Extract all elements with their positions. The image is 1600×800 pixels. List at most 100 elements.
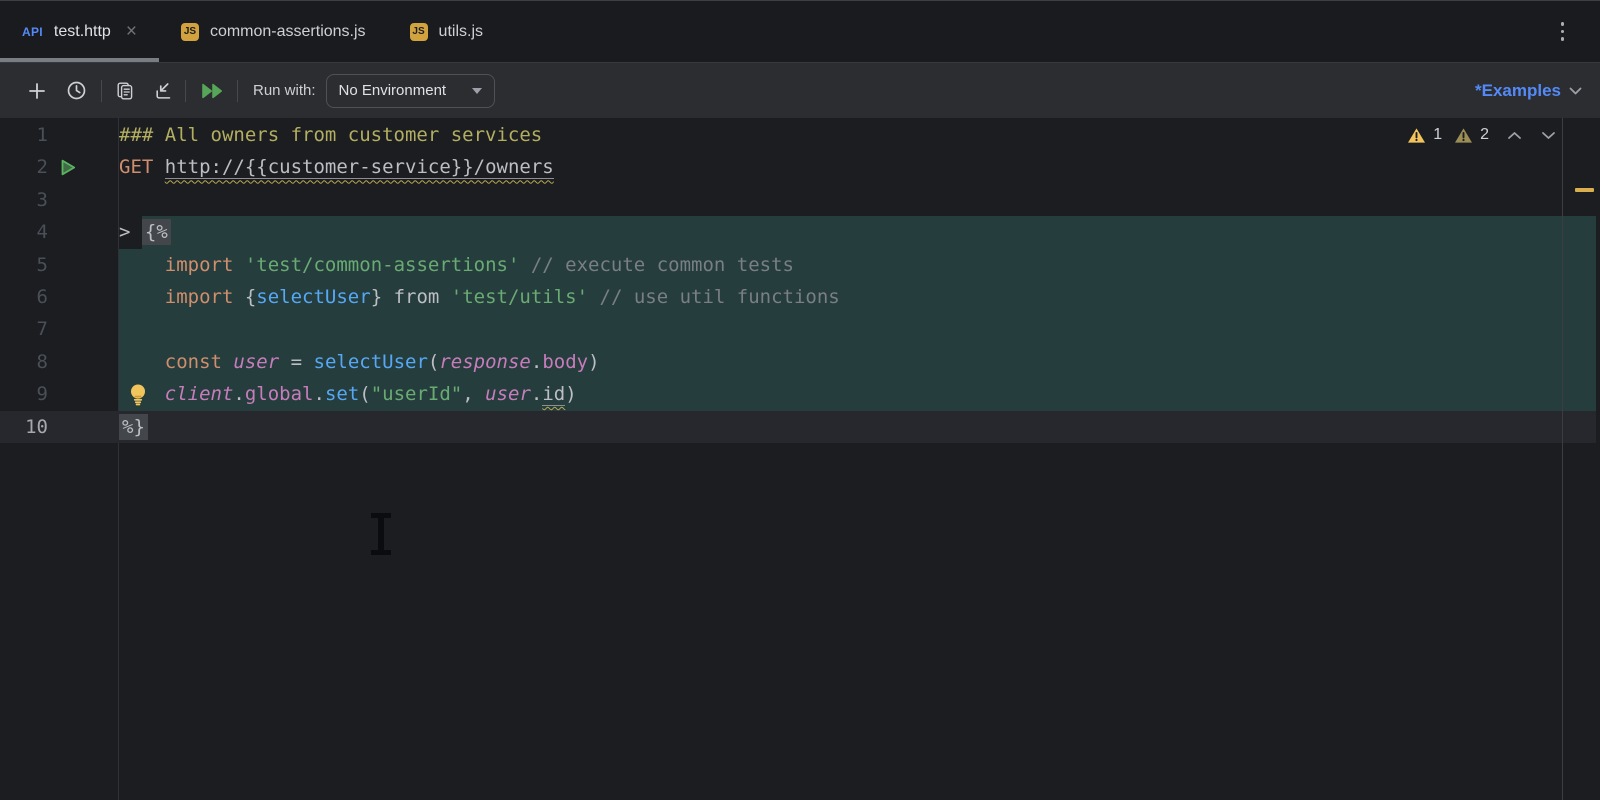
tab-label: utils.js xyxy=(438,22,483,40)
code-text[interactable] xyxy=(119,184,1600,216)
code-token: GET xyxy=(119,156,154,179)
editor-pane[interactable]: 1 ### All owners from customer services 2 G… xyxy=(0,118,1600,800)
add-request-icon[interactable] xyxy=(27,81,47,101)
code-line: 5 import 'test/common-assertions' // exe… xyxy=(0,248,1600,281)
code-token: const xyxy=(164,350,222,373)
http-file-icon: API xyxy=(22,24,43,39)
gutter-cell: 6 xyxy=(0,281,119,313)
code-token: import xyxy=(164,285,234,308)
code-token: http://{{customer-service}}/owners xyxy=(164,156,554,180)
toolbar-separator xyxy=(101,79,102,102)
toolbar-separator xyxy=(237,79,238,102)
gutter-cell: 1 xyxy=(0,119,119,151)
code-text[interactable]: const user = selectUser(response.body) xyxy=(119,345,1600,379)
code-line: 2 GET http://{{customer-service}}/owners xyxy=(0,151,1600,183)
toolbar-separator xyxy=(185,79,186,102)
code-token: selectUser xyxy=(313,350,428,373)
gutter-cell: 9 xyxy=(0,378,119,410)
code-token: set xyxy=(324,383,360,406)
line-number: 10 xyxy=(25,415,48,438)
line-number: 1 xyxy=(36,124,48,146)
code-text[interactable]: ### All owners from customer services xyxy=(119,119,1600,151)
tab-label: common-assertions.js xyxy=(209,22,366,40)
code-token: ### All owners from customer services xyxy=(119,124,543,146)
mouse-cursor-ibeam xyxy=(371,513,391,555)
tab-common-assertions-js[interactable]: JS common-assertions.js xyxy=(159,1,388,62)
close-tab-icon[interactable]: × xyxy=(126,22,137,41)
line-number: 8 xyxy=(36,350,48,373)
code-text[interactable]: GET http://{{customer-service}}/owners xyxy=(119,151,1600,183)
code-token: . xyxy=(530,350,543,373)
code-token: . xyxy=(233,383,245,406)
code-text[interactable]: > {% xyxy=(119,216,1600,249)
error-stripe-border xyxy=(1562,118,1563,800)
environment-value: No Environment xyxy=(338,82,447,99)
weak-warning-icon[interactable] xyxy=(1454,127,1473,144)
import-requests-icon[interactable] xyxy=(153,80,174,101)
gutter-cell: 8 xyxy=(0,346,119,378)
code-line: 7 xyxy=(0,313,1600,346)
gutter-cell: 5 xyxy=(0,249,119,281)
run-request-icon[interactable] xyxy=(58,157,78,178)
code-token: user xyxy=(233,350,280,373)
gutter-cell: 7 xyxy=(0,313,119,345)
tab-utils-js[interactable]: JS utils.js xyxy=(388,1,505,62)
code-token: user xyxy=(485,383,531,406)
code-text[interactable]: client.global.set("userId", user.id) xyxy=(119,378,1600,411)
code-token: %} xyxy=(119,413,148,440)
code-line: 3 xyxy=(0,184,1600,216)
code-text[interactable]: import 'test/common-assertions' // execu… xyxy=(119,248,1600,281)
code-text[interactable]: import {selectUser} from 'test/utils' //… xyxy=(119,280,1600,314)
examples-selector[interactable]: *Examples xyxy=(1475,81,1582,101)
code-token: ) xyxy=(588,350,600,373)
code-token: . xyxy=(313,383,325,406)
code-line: 6 import {selectUser} from 'test/utils' … xyxy=(0,280,1600,314)
scrollbar-track xyxy=(1596,118,1600,800)
code-token: , xyxy=(462,383,486,406)
tab-test-http[interactable]: API test.http × xyxy=(0,1,159,62)
code-token: } from xyxy=(370,285,451,308)
intention-bulb-icon[interactable] xyxy=(129,383,147,406)
run-all-requests-icon[interactable] xyxy=(200,82,225,100)
code-text[interactable]: %} xyxy=(119,411,1600,443)
code-token: = xyxy=(279,350,314,373)
http-client-toolbar: Run with: No Environment *Examples xyxy=(0,62,1600,118)
js-file-icon: JS xyxy=(180,22,199,41)
warning-icon[interactable] xyxy=(1407,127,1426,144)
tab-label: test.http xyxy=(53,22,111,40)
code-line: 8 const user = selectUser(response.body) xyxy=(0,345,1600,379)
history-icon[interactable] xyxy=(66,80,87,101)
tab-options-menu-icon[interactable] xyxy=(1555,16,1571,47)
code-token: 'test/common-assertions' xyxy=(244,253,520,276)
line-number: 5 xyxy=(36,253,48,276)
error-stripe-warning-mark[interactable] xyxy=(1575,188,1594,192)
code-token: 'test/utils' xyxy=(450,285,589,308)
code-line: 4 > {% xyxy=(0,216,1600,249)
request-examples-icon[interactable] xyxy=(115,81,135,101)
line-number: 6 xyxy=(36,285,48,308)
environment-select[interactable]: No Environment xyxy=(325,73,496,108)
code-token: response xyxy=(439,350,531,373)
line-number: 9 xyxy=(36,383,48,406)
editor-tab-bar: API test.http × JS common-assertions.js … xyxy=(0,0,1600,62)
code-text[interactable] xyxy=(119,313,1600,346)
code-token: { xyxy=(233,285,257,308)
code-token: selectUser xyxy=(256,285,371,308)
code-token: {% xyxy=(141,219,171,246)
previous-highlight-icon[interactable] xyxy=(1507,131,1522,140)
injected-fragment-bg: {% xyxy=(141,216,1600,249)
gutter-cell: 3 xyxy=(0,184,119,216)
run-with-label: Run with: xyxy=(253,82,316,99)
next-highlight-icon[interactable] xyxy=(1541,131,1556,140)
weak-warning-count: 2 xyxy=(1480,126,1489,143)
code-token: global xyxy=(244,383,314,406)
code-line: 1 ### All owners from customer services xyxy=(0,119,1600,151)
code-token: import xyxy=(164,253,234,276)
ide-window: API test.http × JS common-assertions.js … xyxy=(0,0,1600,800)
